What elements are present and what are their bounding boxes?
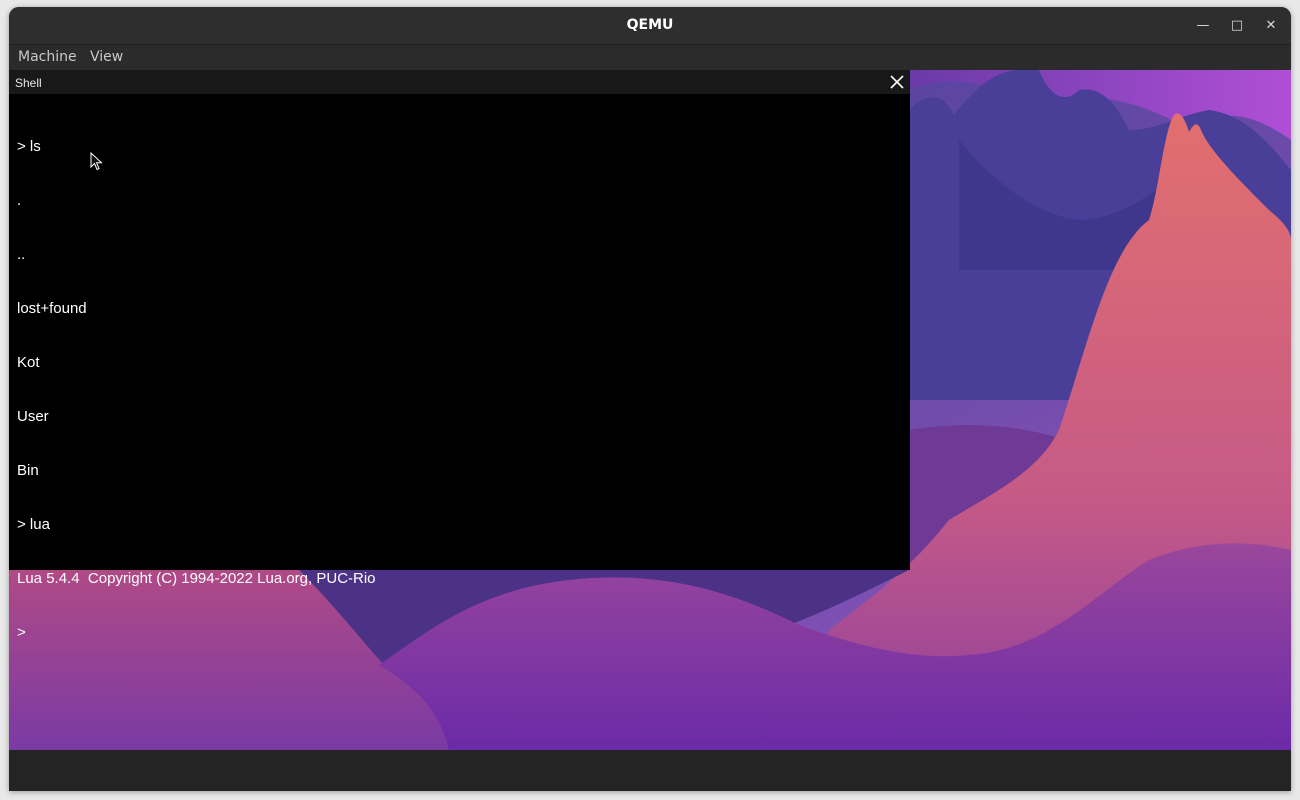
terminal-line: lost+found — [17, 300, 87, 317]
qemu-window: QEMU — □ ✕ Machine View Shell > ls . .. … — [9, 7, 1291, 791]
close-icon[interactable] — [888, 73, 906, 91]
mouse-pointer-icon — [90, 152, 103, 171]
shell-title: Shell — [15, 76, 42, 90]
terminal-line: > ls — [17, 138, 41, 155]
window-title: QEMU — [626, 17, 674, 33]
minimize-button[interactable]: — — [1191, 14, 1215, 38]
terminal-line: User — [17, 408, 49, 425]
terminal-line: Bin — [17, 462, 39, 479]
terminal-line: > lua — [17, 516, 50, 533]
title-bar[interactable]: QEMU — □ ✕ — [9, 7, 1291, 45]
terminal-line: Lua 5.4.4 Copyright (C) 1994-2022 Lua.or… — [17, 570, 376, 587]
menu-view[interactable]: View — [90, 49, 123, 65]
maximize-button[interactable]: □ — [1225, 14, 1249, 38]
shell-header[interactable]: Shell — [9, 70, 910, 94]
menu-machine[interactable]: Machine — [18, 49, 77, 65]
terminal-prompt[interactable]: > — [17, 624, 897, 642]
close-button[interactable]: ✕ — [1259, 14, 1283, 38]
shell-window[interactable]: Shell > ls . .. lost+found Kot User Bin … — [9, 70, 910, 641]
terminal-line: Kot — [17, 354, 40, 371]
terminal-output[interactable]: > ls . .. lost+found Kot User Bin > lua … — [17, 102, 897, 678]
menu-bar: Machine View — [9, 45, 1291, 70]
terminal-line: .. — [17, 246, 26, 263]
status-bar — [9, 750, 1291, 791]
guest-display[interactable]: Shell > ls . .. lost+found Kot User Bin … — [9, 70, 1291, 750]
terminal-line: . — [17, 192, 22, 209]
